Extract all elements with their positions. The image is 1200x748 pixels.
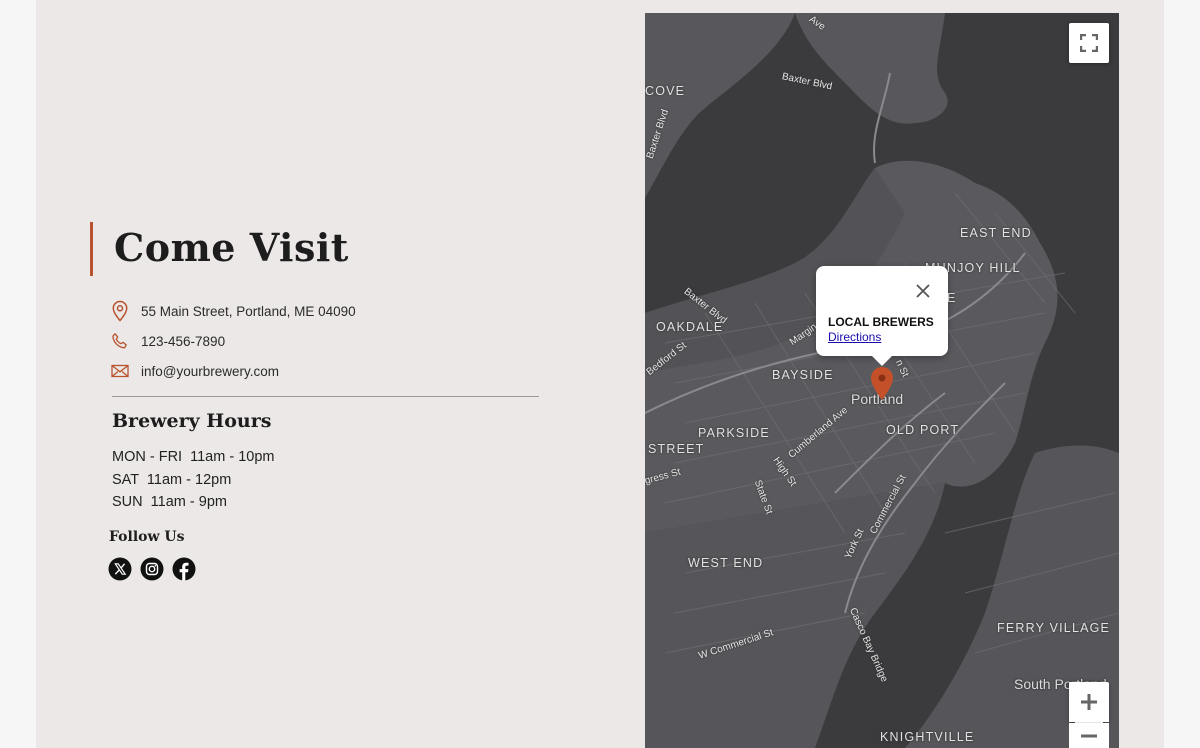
map-label-east-end: EAST END xyxy=(960,226,1032,240)
facebook-link[interactable] xyxy=(172,557,196,581)
directions-link[interactable]: Directions xyxy=(828,330,881,344)
visit-section: Come Visit 55 Main Street, Portland, ME … xyxy=(36,0,1164,748)
page-title: Come Visit xyxy=(114,225,349,270)
instagram-icon xyxy=(140,557,164,581)
address-text: 55 Main Street, Portland, ME 04090 xyxy=(141,303,356,319)
map-pin-icon xyxy=(110,300,130,322)
title-accent-bar xyxy=(90,222,93,276)
phone-text[interactable]: 123-456-7890 xyxy=(141,334,225,349)
address-row: 55 Main Street, Portland, ME 04090 xyxy=(110,299,356,323)
map-marker[interactable] xyxy=(869,366,895,402)
hours-line-sunday: SUN 11am - 9pm xyxy=(112,494,227,510)
plus-icon xyxy=(1081,694,1097,710)
x-icon xyxy=(108,557,132,581)
follow-us-title: Follow Us xyxy=(109,529,185,545)
x-link[interactable] xyxy=(108,557,132,581)
instagram-link[interactable] xyxy=(140,557,164,581)
facebook-icon xyxy=(172,557,196,581)
minus-icon xyxy=(1081,734,1097,738)
fullscreen-icon xyxy=(1080,34,1098,52)
map-label-cove: COVE xyxy=(645,84,686,98)
map-label-bayside: BAYSIDE xyxy=(772,368,834,382)
map-label-west-end: WEST END xyxy=(688,556,764,570)
map-label-e: E xyxy=(947,291,957,305)
phone-icon xyxy=(110,330,130,352)
map-label-parkside: PARKSIDE xyxy=(698,426,770,440)
divider xyxy=(112,396,539,397)
contact-panel: Come Visit 55 Main Street, Portland, ME … xyxy=(36,0,636,748)
popup-close-button[interactable] xyxy=(914,282,932,300)
email-icon xyxy=(110,360,130,382)
popup-title: LOCAL BREWERS xyxy=(828,315,934,329)
map-label-old-port: OLD PORT xyxy=(886,423,960,437)
map[interactable]: COVE EAST END MUNJOY HILL E OAKDALE BAYS… xyxy=(645,13,1119,748)
map-label-oakdale: OAKDALE xyxy=(656,320,724,334)
map-pin-marker-icon xyxy=(871,367,893,400)
close-icon xyxy=(916,284,930,298)
hours-line-weekday: MON - FRI 11am - 10pm xyxy=(112,449,275,465)
fullscreen-button[interactable] xyxy=(1069,23,1109,63)
phone-row: 123-456-7890 xyxy=(110,329,225,353)
hours-title: Brewery Hours xyxy=(112,410,272,432)
zoom-in-button[interactable] xyxy=(1069,682,1109,722)
email-text[interactable]: info@yourbrewery.com xyxy=(141,364,279,379)
zoom-out-button[interactable] xyxy=(1069,723,1109,748)
hours-line-saturday: SAT 11am - 12pm xyxy=(112,472,232,488)
info-popup: LOCAL BREWERS Directions xyxy=(816,266,948,366)
map-label-knightville: KNIGHTVILLE xyxy=(880,730,975,744)
email-row: info@yourbrewery.com xyxy=(110,359,279,383)
map-label-street: STREET xyxy=(648,442,705,456)
map-label-ferry-village: FERRY VILLAGE xyxy=(997,621,1111,635)
